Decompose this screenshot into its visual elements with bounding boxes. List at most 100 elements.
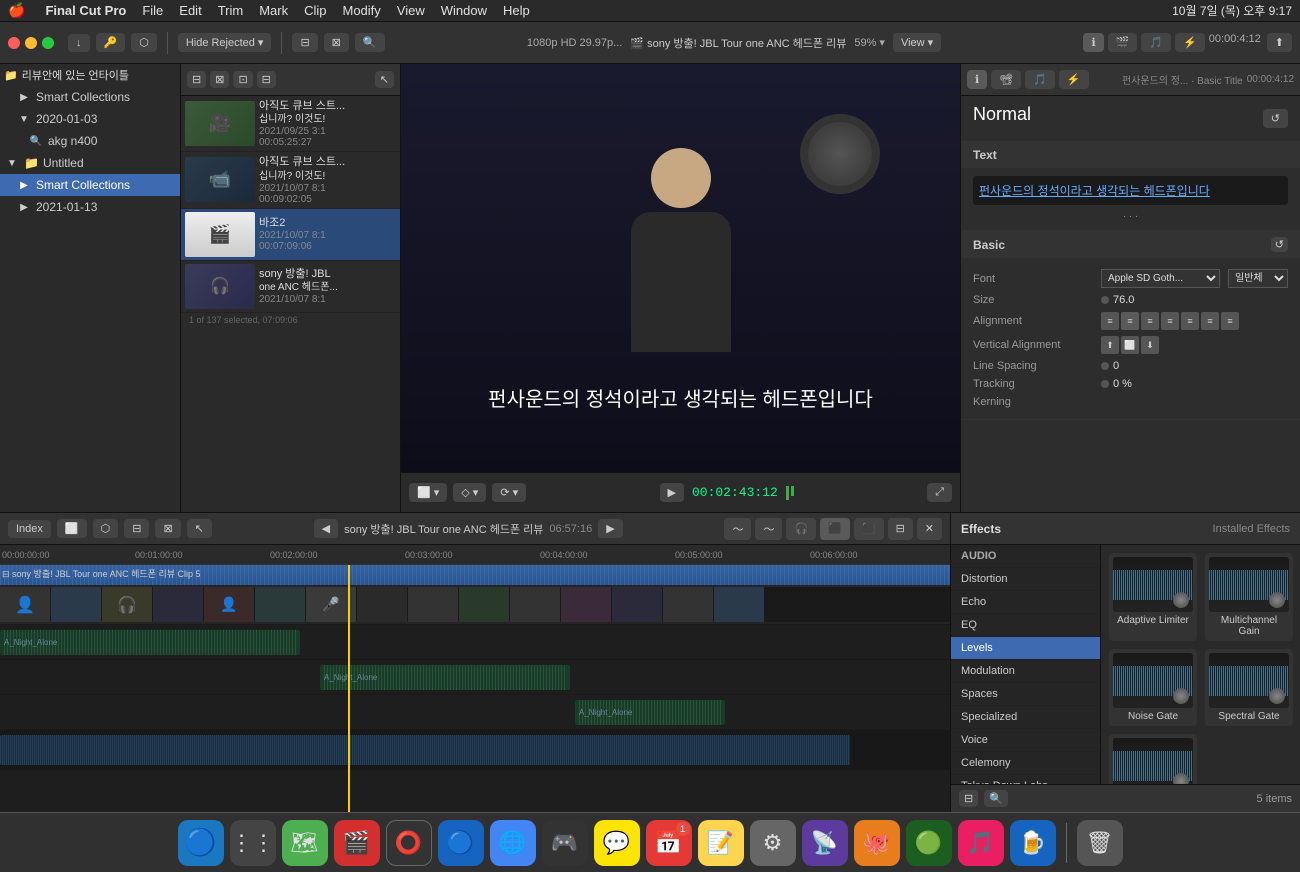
menu-modify[interactable]: Modify [343,3,381,18]
timeline-view-btn-2[interactable]: ⬛ [820,518,850,540]
effect-knob-1[interactable] [1173,592,1189,608]
basic-reset-btn[interactable]: ↺ [1271,237,1288,252]
viewer-speed-btn[interactable]: ⟳ ▾ [492,483,526,502]
browser-video-item-1[interactable]: 🎥 아직도 큐브 스트... 십니까? 이것도! 2021/09/25 3:1 … [181,96,400,152]
view-type-button-2[interactable]: ⊠ [324,33,349,52]
effects-footer-btn-1[interactable]: ⊟ [959,790,978,807]
linespacing-slider[interactable] [1101,362,1109,370]
minimize-button[interactable] [25,37,37,49]
search-button[interactable]: 🔍 [355,33,385,52]
effect-spectral-gate[interactable]: Spectral Gate [1205,649,1293,726]
viewer-crop-btn[interactable]: ⬜ ▾ [409,483,447,502]
effect-knob-2[interactable] [1269,592,1285,608]
dock-airfoil[interactable]: 📡 [802,820,848,866]
effects-cat-celemony[interactable]: Celemony [951,752,1100,775]
sidebar-item-untitled[interactable]: ▼ 📁 Untitled [0,152,180,174]
dock-final-cut[interactable]: 🎬 [334,820,380,866]
browser-view-btn-2[interactable]: ⊠ [210,71,229,88]
effects-cat-tokyodawn[interactable]: Tokyo Dawn Labs [951,775,1100,784]
play-button[interactable]: ▶ [660,483,684,502]
dock-app17[interactable]: 🍺 [1010,820,1056,866]
import-button[interactable]: ↓ [68,34,90,52]
maximize-button[interactable] [42,37,54,49]
timeline-add-clip-btn[interactable]: ⬜ [57,519,87,538]
effects-cat-specialized[interactable]: Specialized [951,706,1100,729]
dock-notes[interactable]: 📝 [698,820,744,866]
timeline-marker-btn[interactable]: ⊟ [124,519,149,538]
effects-cat-distortion[interactable]: Distortion [951,568,1100,591]
dock-maps[interactable]: 🗺 [282,820,328,866]
timeline-settings-btn[interactable]: ✕ [917,518,942,540]
timeline-select-btn[interactable]: ↖ [187,519,212,538]
effects-search-btn[interactable]: 🔍 [984,790,1008,807]
menu-final-cut-pro[interactable]: Final Cut Pro [45,3,126,18]
effect-knob-5[interactable] [1173,773,1189,784]
timeline-view-btn-3[interactable]: ⬛ [854,518,884,540]
close-button[interactable] [8,37,20,49]
dock-app15[interactable]: 🟢 [906,820,952,866]
timeline-nav-prev[interactable]: ◀ [314,519,338,538]
dock-trash[interactable]: 🗑 [1077,820,1123,866]
timeline-blade-btn[interactable]: ⬡ [93,519,119,538]
menu-window[interactable]: Window [441,3,487,18]
viewer-fullscreen-btn[interactable]: ⤢ [927,483,952,502]
font-selector[interactable]: Apple SD Goth... [1101,269,1220,288]
valign-top-button[interactable]: ⬆ [1101,336,1119,354]
effects-cat-levels[interactable]: Levels [951,637,1100,660]
viewer-transform-btn[interactable]: ◇ ▾ [453,483,486,502]
browser-video-item-3[interactable]: 🎬 바조2 2021/10/07 8:1 00:07:09:06 [181,209,400,261]
menu-view[interactable]: View [397,3,425,18]
sidebar-item-smart-collections-2[interactable]: ▶ Smart Collections [0,174,180,196]
timeline-nav-next[interactable]: ▶ [598,519,622,538]
browser-video-item-4[interactable]: 🎧 sony 방출! JBL one ANC 헤드폰... 2021/10/07… [181,261,400,313]
filter-inspector-button[interactable]: ⚡ [1175,33,1205,52]
size-slider-handle[interactable] [1101,296,1109,304]
dock-system-prefs[interactable]: ⚙ [750,820,796,866]
menu-help[interactable]: Help [503,3,530,18]
key-button[interactable]: 🔑 [96,33,126,52]
inspector-info-btn[interactable]: ℹ [967,70,987,89]
view-type-button[interactable]: ⊟ [292,33,317,52]
dock-kakao[interactable]: 💬 [594,820,640,866]
waveform-btn[interactable]: 〜 [724,518,751,540]
effect-knob-4[interactable] [1269,688,1285,704]
font-style-selector[interactable]: 일반체 [1228,269,1288,288]
hide-rejected-button[interactable]: Hide Rejected ▾ [178,33,272,52]
effects-cat-modulation[interactable]: Modulation [951,660,1100,683]
inspector-effects-btn[interactable]: ⚡ [1059,70,1089,89]
audio-clip-3[interactable]: A_Night_Alone [575,700,725,725]
align-justify3-button[interactable]: ≡ [1201,312,1219,330]
browser-video-item-2[interactable]: 📹 아직도 큐브 스트... 십니까? 이것도! 2021/10/07 8:1 … [181,152,400,208]
sidebar-item-smart-collections-1[interactable]: ▶ Smart Collections [0,86,180,108]
effects-cat-eq[interactable]: EQ [951,614,1100,637]
effects-cat-spaces[interactable]: Spaces [951,683,1100,706]
inspector-basic-header[interactable]: Basic ↺ [961,231,1300,258]
menu-mark[interactable]: Mark [259,3,288,18]
align-left-button[interactable]: ≡ [1101,312,1119,330]
inspector-audio-btn[interactable]: 🎵 [1025,70,1055,89]
audio-clip-2[interactable]: A_Night_Alone [320,665,570,690]
effect-adaptive-limiter[interactable]: Adaptive Limiter [1109,553,1197,641]
align-center-button[interactable]: ≡ [1121,312,1139,330]
menu-edit[interactable]: Edit [179,3,201,18]
inspector-text-header[interactable]: Text [961,142,1300,168]
valign-bottom-button[interactable]: ⬇ [1141,336,1159,354]
inspector-toggle-button[interactable]: ℹ [1083,33,1103,52]
align-justify2-button[interactable]: ≡ [1181,312,1199,330]
browser-cursor-btn[interactable]: ↖ [375,71,394,88]
dock-app14[interactable]: 🐙 [854,820,900,866]
align-right-button[interactable]: ≡ [1141,312,1159,330]
effect-knob-3[interactable] [1173,688,1189,704]
sidebar-item-date-2020[interactable]: ▼ 2020-01-03 [0,108,180,130]
menu-clip[interactable]: Clip [304,3,326,18]
share-button[interactable]: ⬡ [131,33,157,52]
timeline-index-btn[interactable]: Index [8,520,51,538]
share-export-button[interactable]: ⬆ [1267,33,1292,52]
dock-launchpad[interactable]: ⋮⋮ [230,820,276,866]
valign-middle-button[interactable]: ⬜ [1121,336,1139,354]
view-button[interactable]: View ▾ [893,33,941,52]
effects-cat-voice[interactable]: Voice [951,729,1100,752]
menu-trim[interactable]: Trim [218,3,244,18]
sidebar-library-header[interactable]: 📁 리뷰안에 있는 언타이틀 [0,64,180,86]
headphone-btn[interactable]: 🎧 [786,518,816,540]
